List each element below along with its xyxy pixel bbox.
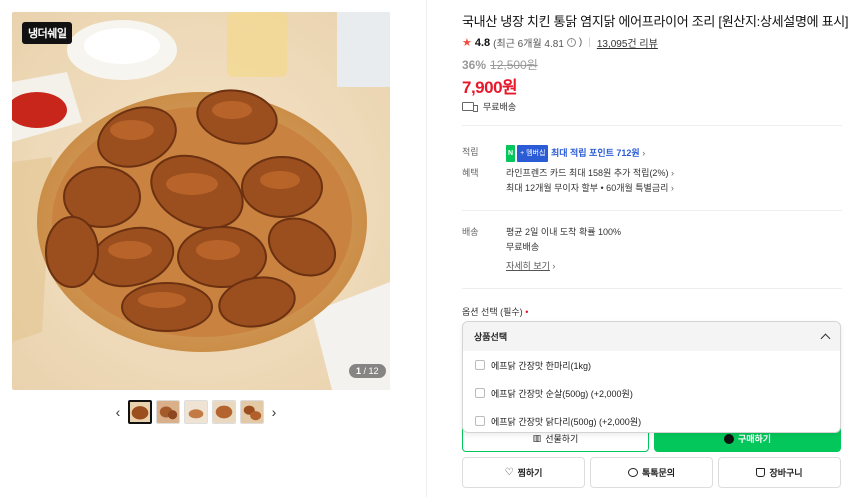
thumbnail-4[interactable] xyxy=(212,400,236,424)
shopping-bag-icon xyxy=(756,468,766,477)
detail-link[interactable]: 자세히 보기 › xyxy=(506,259,555,274)
heart-icon: ♡ xyxy=(504,467,514,478)
chevron-right-icon: › xyxy=(552,261,556,271)
divider xyxy=(462,210,842,211)
sale-price: 7,900원 xyxy=(462,78,518,97)
thumbnail-2[interactable] xyxy=(156,400,180,424)
required-mark: • xyxy=(525,307,529,317)
option-label-text: 옵션 선택 (필수) xyxy=(462,307,523,317)
shipping-label: 무료배송 xyxy=(483,102,517,112)
thumbnail-image xyxy=(185,401,207,423)
wishlist-button[interactable]: ♡ 찜하기 xyxy=(462,457,585,488)
npay-membership-badge: N + 멤버십 xyxy=(506,145,549,162)
chat-bubble-icon xyxy=(627,468,638,477)
shipping-row: 무료배송 xyxy=(462,100,516,113)
option-label: 옵션 선택 (필수) • xyxy=(462,305,528,318)
chevron-right-icon: › xyxy=(642,147,646,158)
benefit-line-1[interactable]: 라인프렌즈 카드 최대 158원 추가 적립(2%) › xyxy=(506,168,674,178)
benefit-label: 혜택 xyxy=(462,168,479,178)
points-text: 최대 적립 포인트 712원 xyxy=(550,147,640,158)
dropdown-header-label: 상품선택 xyxy=(474,332,508,342)
benefit-line-2-text: 최대 12개월 무이자 할부 • 60개월 특별금리 xyxy=(506,183,669,193)
option-item-label: 에프닭 간장맛 닭다리(500g) (+2,000원) xyxy=(491,416,642,427)
column-divider xyxy=(426,0,427,497)
original-price: 12,500원 xyxy=(490,58,538,72)
thumbnail-5[interactable] xyxy=(240,400,264,424)
points-value[interactable]: N + 멤버십 최대 적립 포인트 712원 › xyxy=(506,145,645,162)
detail-link-text: 자세히 보기 xyxy=(506,261,550,271)
secondary-action-row: ♡ 찜하기 톡톡문의 장바구니 xyxy=(462,457,841,488)
points-label: 적립 xyxy=(462,147,479,157)
chevron-right-icon: › xyxy=(670,183,674,193)
rating-close-paren: ) xyxy=(578,37,583,48)
divider xyxy=(462,125,842,126)
delivery-values: 평균 2일 이내 도착 확률 100% 무료배송 자세히 보기 › xyxy=(506,225,621,274)
thumbnail-image xyxy=(213,401,235,423)
thumbnail-image xyxy=(130,402,150,422)
option-dropdown[interactable]: 상품선택 에프닭 간장맛 한마리(1kg) 에프닭 간장맛 순살(500g) (… xyxy=(462,321,841,433)
divider xyxy=(462,288,842,289)
discount-rate: 36% xyxy=(462,58,487,72)
fried-chicken-photo xyxy=(12,12,390,390)
brand-badge: 냉더쉐일 xyxy=(22,22,73,44)
checkbox[interactable] xyxy=(475,388,485,398)
talk-inquiry-button[interactable]: 톡톡문의 xyxy=(590,457,713,488)
thumbnail-strip: ‹ › xyxy=(112,400,280,424)
dropdown-header[interactable]: 상품선택 xyxy=(463,322,840,351)
talk-inquiry-label: 톡톡문의 xyxy=(641,468,676,478)
benefit-values: 라인프렌즈 카드 최대 158원 추가 적립(2%) › 최대 12개월 무이자… xyxy=(506,166,674,196)
checkbox[interactable] xyxy=(475,416,485,426)
delivery-line-2: 무료배송 xyxy=(506,242,540,252)
image-counter-separator: / xyxy=(361,366,369,376)
rating-row: ★ 4.8 (최근 6개월 4.81 i ) | 13,095건 리뷰 xyxy=(462,35,658,51)
npay-icon xyxy=(723,433,734,444)
benefit-line-1-text: 라인프렌즈 카드 최대 158원 추가 적립(2%) xyxy=(506,168,669,178)
benefit-line-2[interactable]: 최대 12개월 무이자 할부 • 60개월 특별금리 › xyxy=(506,183,674,193)
separator: | xyxy=(588,37,591,48)
thumb-next-arrow-icon[interactable]: › xyxy=(268,400,280,424)
info-circle-icon[interactable]: i xyxy=(566,38,576,47)
option-item-label: 에프닭 간장맛 한마리(1kg) xyxy=(491,360,592,371)
option-item-label: 에프닭 간장맛 순살(500g) (+2,000원) xyxy=(491,388,633,399)
product-title: 국내산 냉장 치킨 통닭 염지닭 에어프라이어 조리 [원산지:상세설명에 표시… xyxy=(462,14,849,29)
star-icon: ★ xyxy=(462,37,472,49)
membership-badge: + 멤버십 xyxy=(517,145,549,162)
truck-icon xyxy=(462,102,478,112)
delivery-label: 배송 xyxy=(462,227,479,237)
thumb-prev-arrow-icon[interactable]: ‹ xyxy=(112,400,124,424)
option-item[interactable]: 에프닭 간장맛 순살(500g) (+2,000원) xyxy=(463,379,840,407)
rating-value: 4.8 xyxy=(474,36,491,49)
option-item[interactable]: 에프닭 간장맛 닭다리(500g) (+2,000원) xyxy=(463,407,840,435)
product-main-image[interactable] xyxy=(12,12,390,390)
option-item[interactable]: 에프닭 간장맛 한마리(1kg) xyxy=(463,351,840,379)
rating-recent: (최근 6개월 4.81 xyxy=(493,39,564,50)
checkbox[interactable] xyxy=(475,360,485,370)
cart-label: 장바구니 xyxy=(769,468,803,478)
thumbnail-image xyxy=(241,401,263,423)
chevron-right-icon: › xyxy=(670,168,674,178)
thumbnail-image xyxy=(157,401,179,423)
wishlist-label: 찜하기 xyxy=(517,468,543,478)
delivery-line-1: 평균 2일 이내 도착 확률 100% xyxy=(506,227,622,237)
review-count-link[interactable]: 13,095건 리뷰 xyxy=(597,35,658,50)
image-counter: 1 / 12 xyxy=(349,364,386,378)
image-counter-total: 12 xyxy=(368,366,379,376)
thumbnail-1[interactable] xyxy=(128,400,152,424)
npay-n-icon: N xyxy=(506,145,516,162)
thumbnail-3[interactable] xyxy=(184,400,208,424)
discount-row: 36% 12,500원 xyxy=(462,56,538,73)
chevron-up-icon xyxy=(820,333,831,344)
cart-button[interactable]: 장바구니 xyxy=(718,457,841,488)
